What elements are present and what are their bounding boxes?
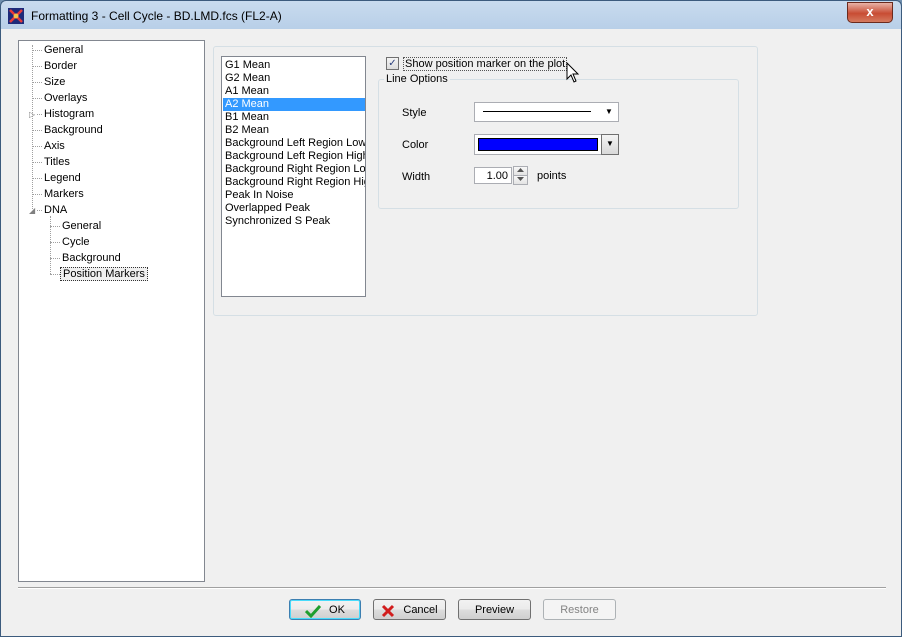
color-dropdown-button[interactable]: ▼ (601, 134, 619, 155)
button-separator (18, 587, 886, 589)
line-options-title: Line Options (384, 73, 450, 85)
list-item[interactable]: Synchronized S Peak (223, 215, 365, 228)
tree-item-dna-general[interactable]: General (60, 219, 103, 233)
tree-line (32, 82, 42, 83)
tree-line (50, 258, 60, 259)
window-title: Formatting 3 - Cell Cycle - BD.LMD.fcs (… (31, 9, 282, 23)
cancel-label: Cancel (403, 604, 438, 616)
mouse-cursor-icon (566, 62, 580, 83)
ok-button[interactable]: OK (289, 599, 361, 620)
width-unit-label: points (537, 170, 567, 182)
list-item[interactable]: B2 Mean (223, 124, 365, 137)
tree-line (50, 216, 51, 274)
list-item[interactable]: Background Left Region Low (223, 137, 365, 150)
tree-line (32, 162, 42, 163)
spin-up-icon (517, 168, 524, 172)
style-label: Style (402, 107, 427, 119)
tree-item-dna-background[interactable]: Background (60, 251, 123, 265)
list-item[interactable]: Background Right Region Low (223, 163, 365, 176)
list-item[interactable]: Peak In Noise (223, 189, 365, 202)
tree-line (32, 66, 42, 67)
chevron-down-icon: ▼ (605, 107, 613, 116)
category-tree[interactable]: ▷ ◢ General Border Size Overlays Histogr… (18, 40, 205, 582)
dialog-window: Formatting 3 - Cell Cycle - BD.LMD.fcs (… (0, 0, 902, 637)
tree-line (32, 194, 42, 195)
title-bar[interactable]: Formatting 3 - Cell Cycle - BD.LMD.fcs (… (1, 1, 901, 29)
spin-down-icon (517, 177, 524, 181)
preview-label: Preview (474, 604, 515, 616)
tree-item-markers[interactable]: Markers (42, 187, 86, 201)
expand-arrow-icon[interactable]: ▷ (29, 110, 35, 119)
list-item[interactable]: Background Right Region High (223, 176, 365, 189)
width-spinner[interactable] (513, 166, 528, 185)
show-marker-label[interactable]: Show position marker on the plot (403, 57, 568, 71)
close-button[interactable]: x (847, 2, 893, 23)
list-item[interactable]: A1 Mean (223, 85, 365, 98)
list-item[interactable]: B1 Mean (223, 111, 365, 124)
tree-line (32, 98, 42, 99)
ok-label: OK (329, 604, 345, 616)
list-item[interactable]: Background Left Region High (223, 150, 365, 163)
cross-icon (382, 604, 395, 617)
line-color-dropdown[interactable]: ▼ (474, 134, 619, 155)
dialog-body: ▷ ◢ General Border Size Overlays Histogr… (8, 30, 894, 630)
width-label: Width (402, 171, 431, 183)
tree-item-border[interactable]: Border (42, 59, 79, 73)
app-icon (8, 8, 24, 24)
preview-button[interactable]: Preview (458, 599, 531, 620)
list-item[interactable]: G1 Mean (223, 59, 365, 72)
restore-label: Restore (560, 604, 599, 616)
tree-item-general[interactable]: General (42, 43, 85, 57)
tree-line (32, 146, 42, 147)
tree-line (50, 226, 60, 227)
tree-item-titles[interactable]: Titles (42, 155, 72, 169)
tree-line (32, 50, 42, 51)
tree-item-axis[interactable]: Axis (42, 139, 67, 153)
color-swatch (478, 138, 598, 151)
tree-item-overlays[interactable]: Overlays (42, 91, 89, 105)
line-style-dropdown[interactable]: ▼ (474, 102, 619, 122)
tree-item-size[interactable]: Size (42, 75, 67, 89)
tree-line (32, 130, 42, 131)
cancel-button[interactable]: Cancel (373, 599, 446, 620)
list-item[interactable]: Overlapped Peak (223, 202, 365, 215)
close-icon: x (866, 4, 874, 19)
tree-line (32, 45, 33, 209)
width-input[interactable]: 1.00 (474, 167, 512, 184)
tree-item-background[interactable]: Background (42, 123, 105, 137)
line-style-preview (483, 111, 591, 112)
marker-listbox[interactable]: G1 Mean G2 Mean A1 Mean A2 Mean B1 Mean … (221, 56, 366, 297)
tree-item-legend[interactable]: Legend (42, 171, 83, 185)
tree-item-dna[interactable]: DNA (42, 203, 69, 217)
check-icon (305, 604, 322, 618)
tree-line (32, 178, 42, 179)
spin-down-button[interactable] (513, 175, 528, 185)
show-marker-checkbox[interactable]: ✓ (386, 57, 399, 70)
tree-line (50, 274, 60, 275)
tree-line (50, 242, 60, 243)
color-label: Color (402, 139, 429, 151)
tree-item-histogram[interactable]: Histogram (42, 107, 96, 121)
list-item-selected[interactable]: A2 Mean (223, 98, 365, 111)
tree-item-dna-cycle[interactable]: Cycle (60, 235, 92, 249)
list-item[interactable]: G2 Mean (223, 72, 365, 85)
collapse-arrow-icon[interactable]: ◢ (29, 206, 35, 215)
tree-item-position-markers[interactable]: Position Markers (60, 267, 148, 281)
chevron-down-icon: ▼ (606, 139, 614, 148)
restore-button: Restore (543, 599, 616, 620)
